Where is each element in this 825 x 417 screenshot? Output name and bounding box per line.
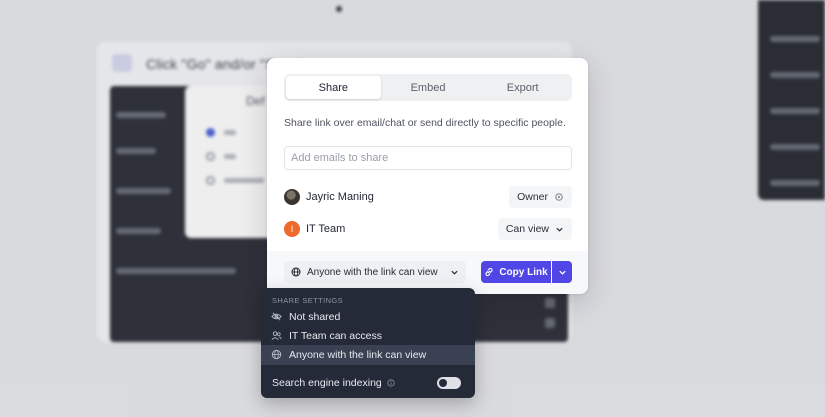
avatar: I [284, 221, 300, 237]
owner-role-badge[interactable]: Owner [509, 186, 572, 208]
chevron-down-icon [450, 268, 459, 277]
copy-link-label: Copy Link [499, 266, 548, 278]
indexing-toggle[interactable] [437, 377, 461, 389]
link-access-dropdown[interactable]: Anyone with the link can view [284, 261, 466, 283]
users-icon [271, 330, 282, 341]
copy-options-button[interactable] [552, 261, 572, 283]
tab-export[interactable]: Export [475, 76, 570, 99]
share-settings-popover: SHARE SETTINGS Not shared IT Team can ac… [261, 288, 475, 398]
option-anyone-with-link[interactable]: Anyone with the link can view [261, 345, 475, 364]
popover-divider [261, 364, 475, 365]
member-name: IT Team [306, 223, 346, 235]
share-settings-heading: SHARE SETTINGS [272, 296, 344, 305]
member-name: Jayric Maning [306, 191, 374, 203]
chevron-down-icon [558, 268, 567, 277]
globe-icon [291, 267, 301, 277]
option-team-access[interactable]: IT Team can access [261, 326, 475, 345]
globe-icon [271, 349, 282, 360]
member-row: Jayric Maning Owner [284, 186, 572, 208]
tab-bar: Share Embed Export [284, 74, 572, 101]
link-access-label: Anyone with the link can view [307, 266, 438, 278]
indexing-label: Search engine indexing [272, 377, 382, 389]
link-icon [484, 267, 494, 277]
member-row: I IT Team Can view [284, 218, 572, 240]
info-icon[interactable] [387, 379, 395, 387]
tab-embed[interactable]: Embed [381, 76, 476, 99]
option-label: IT Team can access [289, 329, 382, 342]
option-label: Not shared [289, 310, 341, 323]
gear-icon [554, 192, 564, 202]
toggle-knob [439, 379, 447, 387]
role-dropdown[interactable]: Can view [497, 218, 572, 240]
option-not-shared[interactable]: Not shared [261, 307, 475, 326]
email-input[interactable] [284, 146, 572, 170]
copy-link-button[interactable]: Copy Link [481, 261, 551, 283]
role-label: Can view [505, 223, 549, 235]
role-label: Owner [517, 191, 548, 203]
chevron-down-icon [555, 225, 564, 234]
share-dialog: Share Embed Export Share link over email… [267, 58, 588, 294]
eye-off-icon [271, 311, 282, 322]
indexing-row: Search engine indexing [272, 377, 395, 389]
share-description: Share link over email/chat or send direc… [284, 117, 566, 129]
option-label: Anyone with the link can view [289, 348, 427, 361]
avatar [284, 189, 300, 205]
tab-share[interactable]: Share [286, 76, 381, 99]
